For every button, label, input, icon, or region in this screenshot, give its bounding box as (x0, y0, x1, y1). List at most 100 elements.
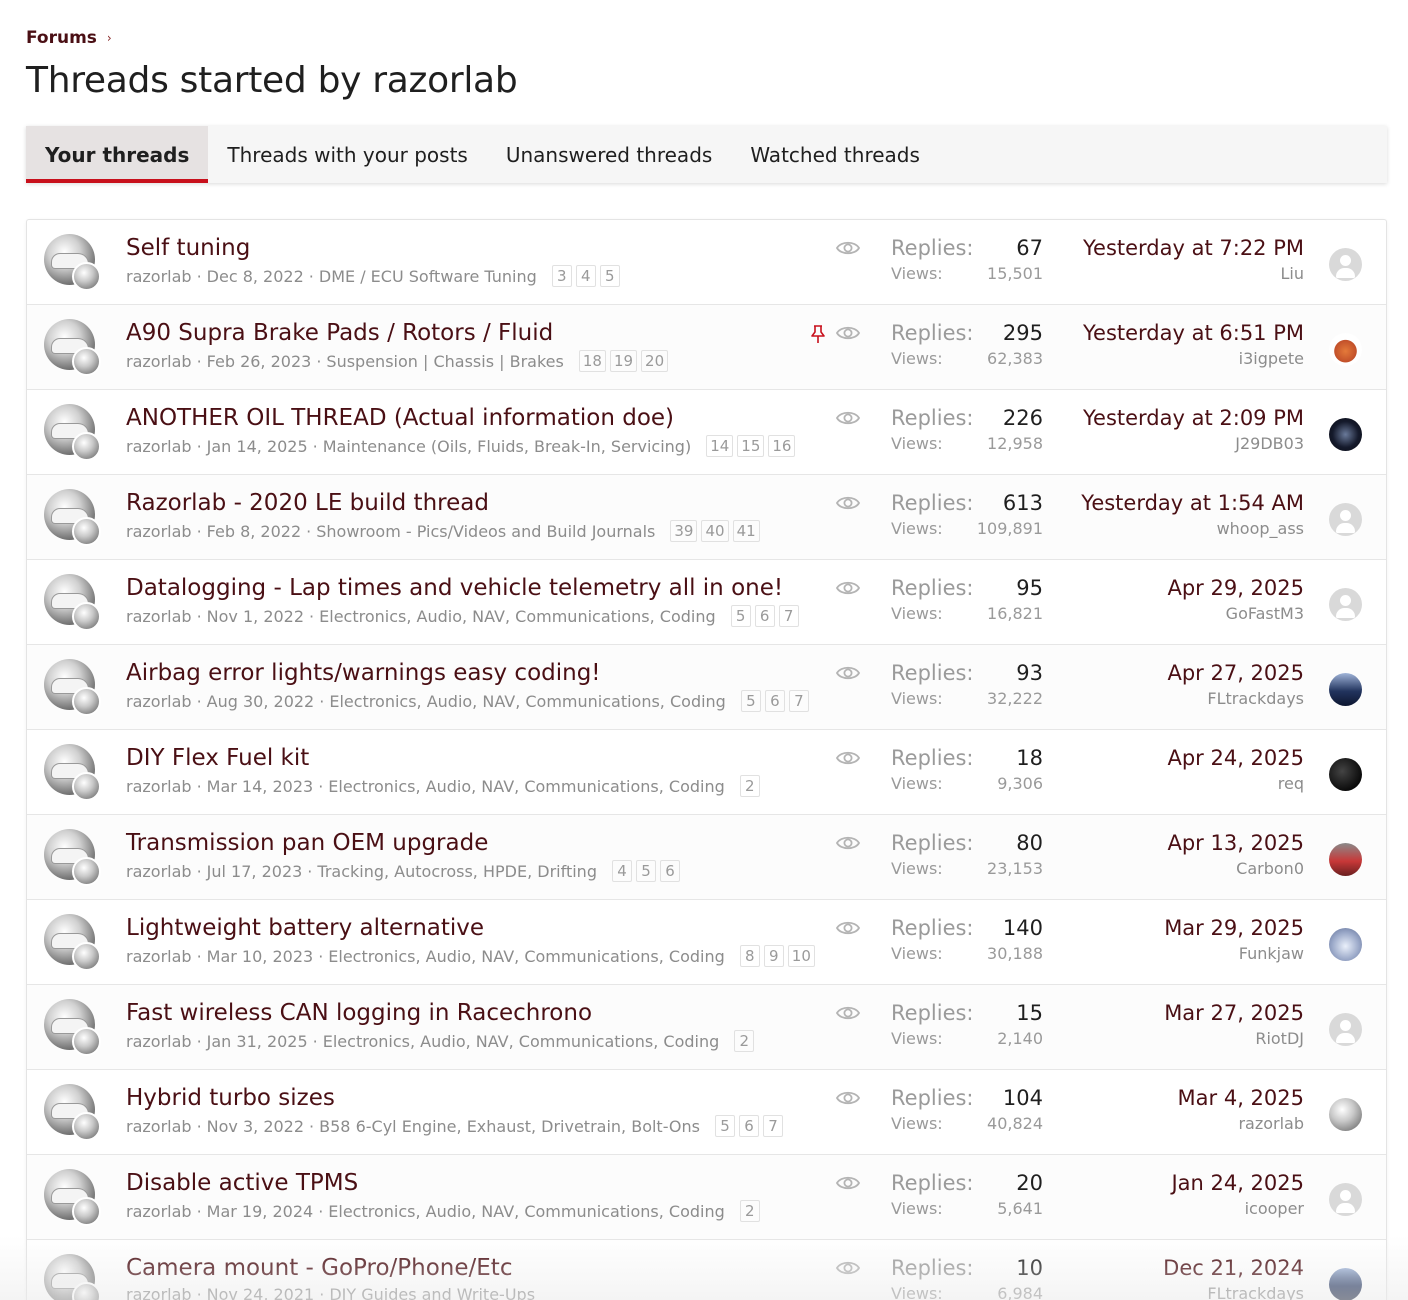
thread-forum[interactable]: Tracking, Autocross, HPDE, Drifting (317, 862, 597, 881)
tab-watched-threads[interactable]: Watched threads (731, 126, 939, 183)
thread-forum[interactable]: Electronics, Audio, NAV, Communications,… (329, 692, 726, 711)
thread-title[interactable]: Lightweight battery alternative (126, 915, 484, 941)
participant-avatar[interactable] (72, 517, 101, 546)
last-post-date[interactable]: Apr 29, 2025 (1167, 576, 1304, 600)
thread-page-link[interactable]: 4 (611, 860, 632, 882)
last-post-user[interactable]: req (1278, 774, 1304, 793)
last-poster-avatar[interactable] (1329, 1268, 1362, 1300)
thread-page-link[interactable]: 6 (754, 605, 775, 627)
last-post-date[interactable]: Jan 24, 2025 (1171, 1171, 1304, 1195)
participant-avatar[interactable] (72, 1027, 101, 1056)
participant-avatar[interactable] (72, 1282, 101, 1300)
last-post-user[interactable]: razorlab (1238, 1114, 1304, 1133)
thread-page-link[interactable]: 7 (788, 690, 809, 712)
thread-page-link[interactable]: 9 (763, 945, 784, 967)
last-post-date[interactable]: Mar 4, 2025 (1178, 1086, 1304, 1110)
thread-start-date[interactable]: Jul 17, 2023 (207, 862, 303, 881)
thread-title[interactable]: Self tuning (126, 235, 250, 261)
thread-author[interactable]: razorlab (126, 777, 192, 796)
thread-forum[interactable]: B58 6-Cyl Engine, Exhaust, Drivetrain, B… (319, 1117, 700, 1136)
thread-page-link[interactable]: 3 (551, 265, 572, 287)
thread-title[interactable]: Datalogging - Lap times and vehicle tele… (126, 575, 783, 601)
thread-title[interactable]: Razorlab - 2020 LE build thread (126, 490, 489, 516)
last-poster-avatar[interactable] (1329, 588, 1362, 621)
thread-page-link[interactable]: 6 (738, 1115, 759, 1137)
thread-title[interactable]: Airbag error lights/warnings easy coding… (126, 660, 601, 686)
last-poster-avatar[interactable] (1329, 758, 1362, 791)
thread-page-link[interactable]: 16 (768, 435, 796, 457)
last-post-date[interactable]: Yesterday at 6:51 PM (1083, 321, 1304, 345)
last-post-date[interactable]: Yesterday at 1:54 AM (1081, 491, 1304, 515)
last-poster-avatar[interactable] (1329, 928, 1362, 961)
participant-avatar[interactable] (72, 602, 101, 631)
last-post-user[interactable]: whoop_ass (1217, 519, 1304, 538)
last-poster-avatar[interactable] (1329, 843, 1362, 876)
thread-page-link[interactable]: 20 (641, 350, 669, 372)
participant-avatar[interactable] (72, 432, 101, 461)
thread-title[interactable]: Camera mount - GoPro/Phone/Etc (126, 1255, 512, 1281)
last-post-user[interactable]: Liu (1281, 264, 1305, 283)
tab-threads-with-your-posts[interactable]: Threads with your posts (208, 126, 486, 183)
thread-author[interactable]: razorlab (126, 267, 192, 286)
thread-page-link[interactable]: 5 (730, 605, 751, 627)
last-poster-avatar[interactable] (1329, 418, 1362, 451)
thread-page-link[interactable]: 8 (739, 945, 760, 967)
thread-author[interactable]: razorlab (126, 352, 192, 371)
thread-page-link[interactable]: 15 (737, 435, 765, 457)
thread-page-link[interactable]: 4 (575, 265, 596, 287)
thread-start-date[interactable]: Nov 24, 2021 (207, 1285, 315, 1300)
thread-forum[interactable]: DME / ECU Software Tuning (319, 267, 537, 286)
thread-title[interactable]: Hybrid turbo sizes (126, 1085, 335, 1111)
participant-avatar[interactable] (72, 942, 101, 971)
thread-author[interactable]: razorlab (126, 1117, 192, 1136)
last-post-user[interactable]: i3igpete (1239, 349, 1304, 368)
thread-page-link[interactable]: 5 (740, 690, 761, 712)
last-poster-avatar[interactable] (1329, 248, 1362, 281)
last-post-user[interactable]: Carbon0 (1236, 859, 1304, 878)
tab-your-threads[interactable]: Your threads (26, 126, 209, 183)
thread-author[interactable]: razorlab (126, 862, 192, 881)
thread-page-link[interactable]: 2 (734, 1030, 755, 1052)
tab-unanswered-threads[interactable]: Unanswered threads (487, 126, 731, 183)
thread-title[interactable]: Disable active TPMS (126, 1170, 358, 1196)
thread-title[interactable]: DIY Flex Fuel kit (126, 745, 309, 771)
thread-author[interactable]: razorlab (126, 607, 192, 626)
thread-author[interactable]: razorlab (126, 437, 192, 456)
thread-start-date[interactable]: Aug 30, 2022 (207, 692, 315, 711)
thread-forum[interactable]: Electronics, Audio, NAV, Communications,… (323, 1032, 720, 1051)
participant-avatar[interactable] (72, 262, 101, 291)
last-post-user[interactable]: J29DB03 (1235, 434, 1304, 453)
thread-page-link[interactable]: 14 (706, 435, 734, 457)
last-poster-avatar[interactable] (1329, 1013, 1362, 1046)
last-post-user[interactable]: GoFastM3 (1226, 604, 1304, 623)
last-post-date[interactable]: Mar 27, 2025 (1164, 1001, 1304, 1025)
last-poster-avatar[interactable] (1329, 333, 1362, 366)
thread-page-link[interactable]: 2 (739, 1200, 760, 1222)
thread-author[interactable]: razorlab (126, 1285, 192, 1300)
breadcrumb-forums-link[interactable]: Forums (26, 28, 97, 48)
thread-author[interactable]: razorlab (126, 947, 192, 966)
last-post-date[interactable]: Yesterday at 7:22 PM (1083, 236, 1304, 260)
thread-start-date[interactable]: Mar 10, 2023 (207, 947, 314, 966)
last-post-date[interactable]: Apr 24, 2025 (1167, 746, 1304, 770)
thread-page-link[interactable]: 7 (762, 1115, 783, 1137)
last-post-user[interactable]: Funkjaw (1239, 944, 1304, 963)
thread-start-date[interactable]: Mar 19, 2024 (207, 1202, 314, 1221)
thread-forum[interactable]: Showroom - Pics/Videos and Build Journal… (316, 522, 655, 541)
thread-page-link[interactable]: 5 (599, 265, 620, 287)
participant-avatar[interactable] (72, 347, 101, 376)
thread-start-date[interactable]: Feb 26, 2023 (207, 352, 312, 371)
thread-title[interactable]: ANOTHER OIL THREAD (Actual information d… (126, 405, 674, 431)
thread-page-link[interactable]: 7 (778, 605, 799, 627)
thread-author[interactable]: razorlab (126, 692, 192, 711)
thread-start-date[interactable]: Nov 1, 2022 (207, 607, 304, 626)
thread-page-link[interactable]: 6 (659, 860, 680, 882)
thread-start-date[interactable]: Jan 31, 2025 (207, 1032, 308, 1051)
thread-start-date[interactable]: Mar 14, 2023 (207, 777, 314, 796)
thread-page-link[interactable]: 10 (787, 945, 815, 967)
last-post-user[interactable]: RiotDJ (1255, 1029, 1304, 1048)
thread-page-link[interactable]: 19 (609, 350, 638, 372)
last-post-date[interactable]: Dec 21, 2024 (1163, 1256, 1304, 1280)
thread-start-date[interactable]: Nov 3, 2022 (207, 1117, 304, 1136)
last-post-date[interactable]: Yesterday at 2:09 PM (1083, 406, 1304, 430)
